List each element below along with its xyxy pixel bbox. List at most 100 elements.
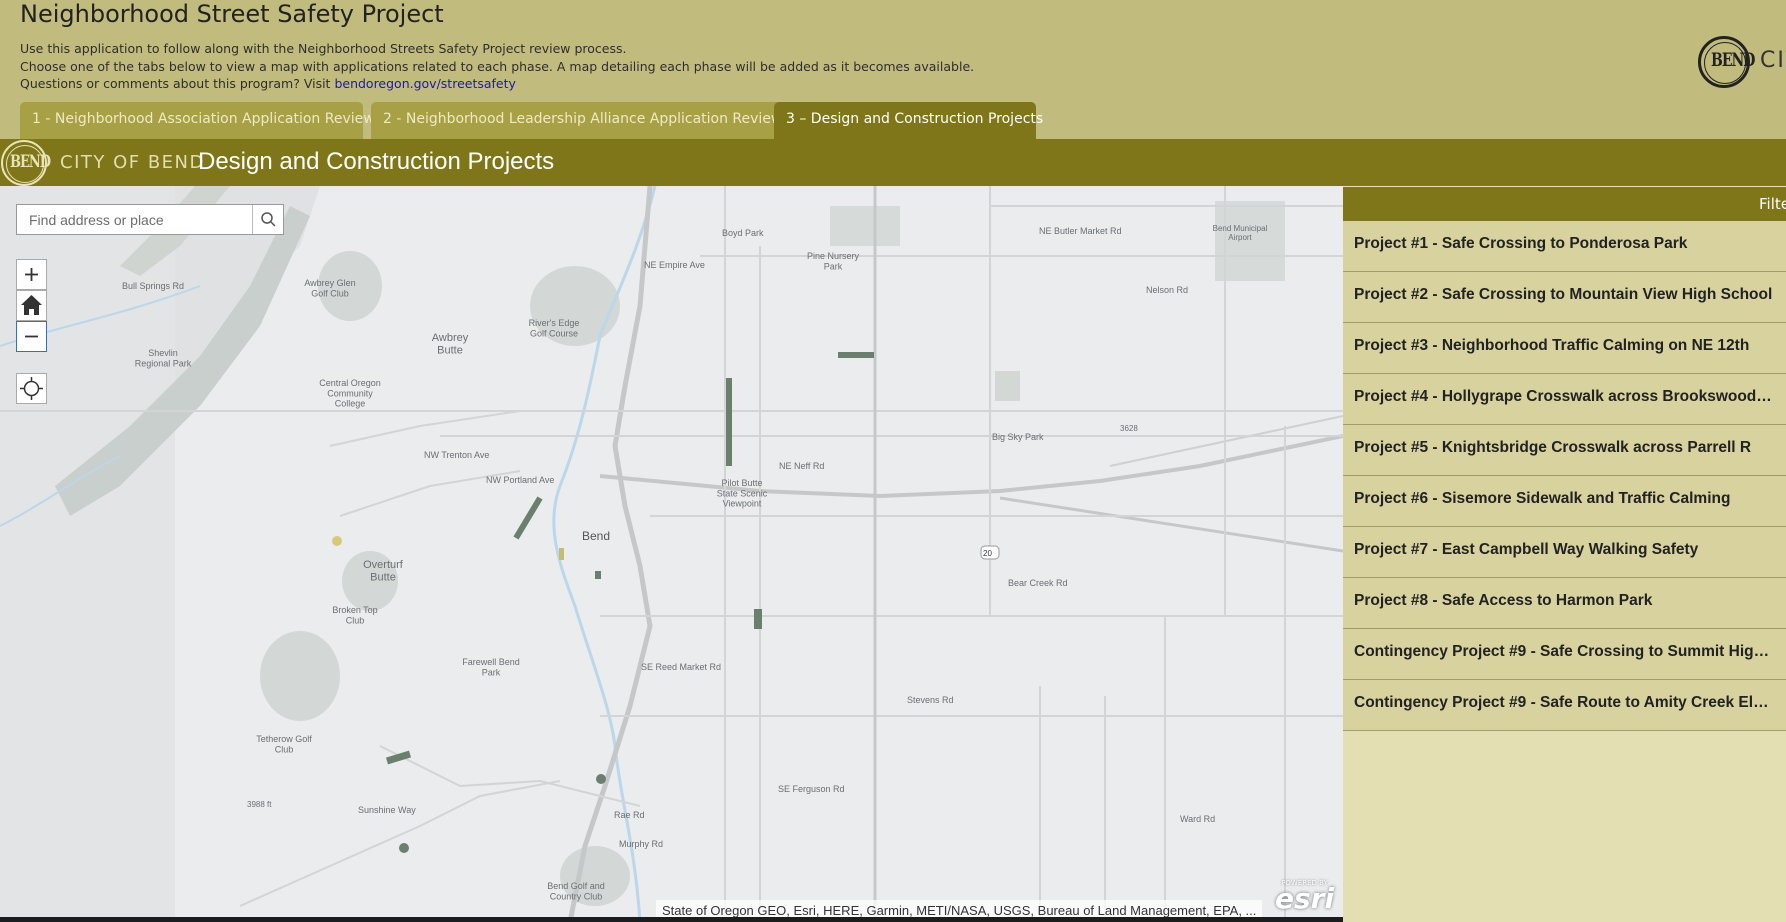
label-broken-top: Broken Top Club bbox=[332, 605, 377, 625]
project-list-panel: Filter Project #1 - Safe Crossing to Pon… bbox=[1343, 186, 1786, 922]
project-item-6[interactable]: Project #6 - Sisemore Sidewalk and Traff… bbox=[1343, 476, 1786, 527]
city-text: CIT bbox=[1760, 48, 1786, 73]
filter-header[interactable]: Filter bbox=[1343, 186, 1786, 221]
label-rae: Rae Rd bbox=[614, 810, 645, 820]
label-bull-springs: Bull Springs Rd bbox=[122, 281, 184, 291]
label-ne-butler: NE Butler Market Rd bbox=[1039, 226, 1122, 236]
label-tetherow: Tetherow Golf Club bbox=[256, 734, 312, 754]
label-pine-nursery: Pine Nursery Park bbox=[807, 251, 860, 271]
project-item-label: Project #7 - East Campbell Way Walking S… bbox=[1354, 541, 1699, 558]
label-bend: Bend bbox=[582, 529, 610, 543]
description-line-3-text: Questions or comments about this program… bbox=[20, 76, 335, 91]
label-nw-portland: NW Portland Ave bbox=[486, 475, 554, 485]
label-awbrey-glen: Awbrey Glen Golf Club bbox=[304, 278, 355, 298]
minus-icon bbox=[25, 335, 38, 338]
label-bear-creek: Bear Creek Rd bbox=[1008, 578, 1068, 588]
label-farewell-bend: Farewell Bend Park bbox=[462, 657, 520, 677]
road bbox=[329, 410, 521, 447]
logo-text: BEND bbox=[1711, 50, 1755, 72]
esri-logo[interactable]: POWERED BY esri bbox=[1275, 879, 1334, 913]
project-item-label: Project #1 - Safe Crossing to Ponderosa … bbox=[1354, 235, 1688, 252]
top-banner: Neighborhood Street Safety Project Use t… bbox=[0, 0, 1786, 139]
map-view[interactable]: Bend Awbrey Butte Overturf Butte Shevlin Re… bbox=[0, 186, 1343, 922]
project-feature-2[interactable] bbox=[838, 352, 874, 358]
filter-label: Filter bbox=[1759, 195, 1786, 213]
description-line-1: Use this application to follow along wit… bbox=[20, 41, 627, 56]
header-logo-text: BEND bbox=[10, 152, 51, 173]
basemap[interactable]: Bend Awbrey Butte Overturf Butte Shevlin Re… bbox=[0, 186, 1343, 922]
zoom-in-button[interactable] bbox=[16, 259, 47, 290]
label-murphy: Murphy Rd bbox=[619, 839, 663, 849]
project-item-8[interactable]: Project #8 - Safe Access to Harmon Park bbox=[1343, 578, 1786, 629]
park-area bbox=[260, 631, 340, 721]
label-ne-empire: NE Empire Ave bbox=[644, 260, 705, 270]
streetsafety-link[interactable]: bendoregon.gov/streetsafety bbox=[334, 76, 515, 91]
map-header: BEND CITY OF BEND Design and Constructio… bbox=[0, 139, 1786, 186]
project-item-label: Contingency Project #9 - Safe Crossing t… bbox=[1354, 643, 1774, 660]
project-item-label: Project #2 - Safe Crossing to Mountain V… bbox=[1354, 286, 1773, 303]
header-city-label: CITY OF BEND bbox=[60, 152, 205, 173]
search-box bbox=[16, 204, 284, 235]
description-line-3: Questions or comments about this program… bbox=[20, 76, 516, 91]
project-item-label: Project #5 - Knightsbridge Crosswalk acr… bbox=[1354, 439, 1752, 456]
project-feature-4[interactable] bbox=[754, 609, 762, 629]
project-item-label: Contingency Project #9 - Safe Route to A… bbox=[1354, 694, 1774, 711]
label-nelson-rd: Nelson Rd bbox=[1146, 285, 1188, 295]
label-boyd-park: Boyd Park bbox=[722, 228, 764, 238]
locate-button[interactable] bbox=[16, 373, 47, 404]
label-nw-trenton: NW Trenton Ave bbox=[424, 450, 489, 460]
header-logo: BEND bbox=[1, 140, 51, 186]
tab-phase-2[interactable]: 2 - Neighborhood Leadership Alliance App… bbox=[371, 102, 785, 139]
label-ward: Ward Rd bbox=[1180, 814, 1215, 824]
project-item-4[interactable]: Project #4 - Hollygrape Crosswalk across… bbox=[1343, 374, 1786, 425]
project-item-label: Project #3 - Neighborhood Traffic Calmin… bbox=[1354, 337, 1750, 354]
label-pilot-butte: Pilot Butte State Scenic Viewpoint bbox=[717, 478, 768, 509]
label-ne-neff: NE Neff Rd bbox=[779, 461, 824, 471]
project-item-5[interactable]: Project #5 - Knightsbridge Crosswalk acr… bbox=[1343, 425, 1786, 476]
search-input[interactable] bbox=[17, 205, 253, 234]
project-item-label: Project #8 - Safe Access to Harmon Park bbox=[1354, 592, 1653, 609]
project-item-10[interactable]: Contingency Project #9 - Safe Route to A… bbox=[1343, 680, 1786, 731]
project-feature-1[interactable] bbox=[726, 378, 732, 466]
map-labels: Bend Awbrey Butte Overturf Butte Shevlin Re… bbox=[122, 224, 1268, 901]
label-sunshine: Sunshine Way bbox=[358, 805, 416, 815]
label-hwy20: 20 bbox=[983, 549, 992, 558]
label-awbrey-butte: Awbrey Butte bbox=[432, 332, 469, 357]
description-line-2: Choose one of the tabs below to view a m… bbox=[20, 59, 975, 74]
label-se-reed: SE Reed Market Rd bbox=[641, 662, 721, 672]
label-big-sky: Big Sky Park bbox=[992, 432, 1044, 442]
zoom-out-button[interactable] bbox=[16, 321, 47, 352]
project-feature-5[interactable] bbox=[595, 571, 601, 579]
project-feature-10[interactable] bbox=[332, 536, 342, 546]
app-title: Neighborhood Street Safety Project bbox=[20, 0, 444, 28]
tab-phase-3[interactable]: 3 – Design and Construction Projects bbox=[774, 102, 1043, 139]
park-area bbox=[995, 371, 1020, 401]
project-item-2[interactable]: Project #2 - Safe Crossing to Mountain V… bbox=[1343, 272, 1786, 323]
label-cocc: Central Oregon Community College bbox=[319, 378, 381, 409]
locate-icon bbox=[20, 377, 43, 400]
search-button[interactable] bbox=[252, 205, 283, 234]
project-feature-6[interactable] bbox=[559, 548, 564, 560]
project-item-9[interactable]: Contingency Project #9 - Safe Crossing t… bbox=[1343, 629, 1786, 680]
project-item-1[interactable]: Project #1 - Safe Crossing to Ponderosa … bbox=[1343, 221, 1786, 272]
highway-20-east bbox=[999, 496, 1343, 553]
home-button[interactable] bbox=[16, 290, 47, 321]
bottom-edge bbox=[0, 917, 1343, 922]
project-item-label: Project #4 - Hollygrape Crosswalk across… bbox=[1354, 388, 1774, 405]
project-item-label: Project #6 - Sisemore Sidewalk and Traff… bbox=[1354, 490, 1731, 507]
label-elev-3988: 3988 ft bbox=[247, 800, 272, 809]
project-feature-8[interactable] bbox=[596, 774, 606, 784]
project-item-3[interactable]: Project #3 - Neighborhood Traffic Calmin… bbox=[1343, 323, 1786, 374]
project-feature-3[interactable] bbox=[513, 496, 543, 540]
city-of-bend-logo: BEND bbox=[1698, 36, 1755, 88]
home-icon bbox=[21, 295, 42, 315]
label-se-ferguson: SE Ferguson Rd bbox=[778, 784, 845, 794]
label-elev-3628: 3628 bbox=[1120, 424, 1138, 433]
century-drive bbox=[239, 780, 561, 907]
project-item-7[interactable]: Project #7 - East Campbell Way Walking S… bbox=[1343, 527, 1786, 578]
label-rivers-edge: River's Edge Golf Course bbox=[529, 318, 580, 338]
tab-phase-1[interactable]: 1 - Neighborhood Association Application… bbox=[20, 102, 375, 139]
header-title: Design and Construction Projects bbox=[198, 148, 555, 175]
project-feature-9[interactable] bbox=[399, 843, 409, 853]
search-icon bbox=[261, 212, 276, 227]
